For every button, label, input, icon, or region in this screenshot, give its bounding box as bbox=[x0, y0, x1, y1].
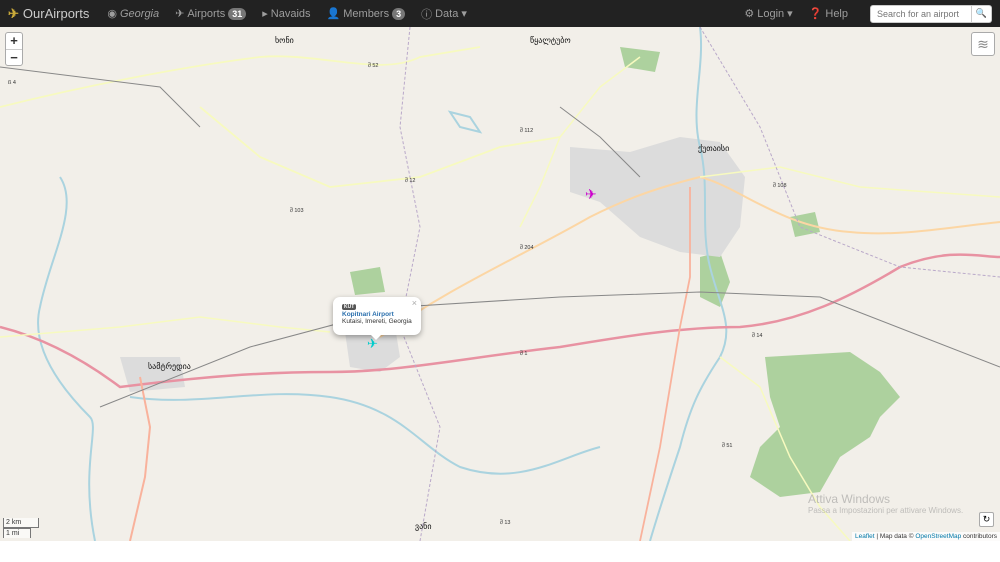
svg-text:შ 52: შ 52 bbox=[368, 61, 379, 69]
info-icon: ⓘ bbox=[421, 8, 433, 21]
caret-down-icon: ▾ bbox=[461, 8, 467, 20]
svg-text:შ 14: შ 14 bbox=[752, 331, 763, 339]
search-icon: 🔍 bbox=[975, 8, 988, 18]
gear-icon: ⚙ bbox=[744, 8, 755, 20]
svg-text:შ 108: შ 108 bbox=[773, 181, 787, 189]
forest-areas bbox=[350, 47, 900, 497]
zoom-control: + − bbox=[5, 32, 23, 66]
navaid-icon: ▸ bbox=[262, 8, 268, 20]
svg-text:შ 204: შ 204 bbox=[520, 243, 534, 251]
nav-navaids[interactable]: ▸ Navaids bbox=[262, 7, 310, 21]
user-icon: 👤 bbox=[326, 8, 341, 20]
nav-airports[interactable]: ✈ Airports 31 bbox=[175, 7, 247, 20]
svg-text:შ 1: შ 1 bbox=[520, 349, 527, 357]
question-icon: ❓ bbox=[808, 8, 823, 20]
brand-link[interactable]: ✈ OurAirports bbox=[8, 6, 89, 22]
attribution: Leaflet | Map data © OpenStreetMap contr… bbox=[851, 532, 1000, 541]
leaflet-link[interactable]: Leaflet bbox=[855, 533, 875, 540]
layers-icon: ≋ bbox=[977, 36, 989, 52]
svg-text:შ 12: შ 12 bbox=[405, 176, 416, 184]
svg-text:შ 13: შ 13 bbox=[500, 518, 511, 526]
zoom-in-button[interactable]: + bbox=[6, 33, 22, 49]
plane-icon: ✈ bbox=[175, 8, 185, 20]
help-link[interactable]: ❓ Help bbox=[808, 7, 848, 21]
logo-icon: ✈ bbox=[8, 5, 19, 21]
map[interactable]: ქუთაისი სამტრედია წყალტუბო ხონი ვანი შ 1… bbox=[0, 27, 1000, 541]
airport-code-badge: KUT bbox=[342, 304, 357, 310]
svg-text:ხონი: ხონი bbox=[275, 35, 294, 45]
navbar: ✈ OurAirports ◉ Georgia ✈ Airports 31 ▸ Navai… bbox=[0, 0, 1000, 27]
airport-popup: × KUT Kopitnari Airport Kutaisi, Imereti… bbox=[333, 297, 421, 340]
popup-close-button[interactable]: × bbox=[412, 298, 417, 308]
globe-icon: ◉ bbox=[107, 8, 117, 20]
svg-text:შ 103: შ 103 bbox=[290, 206, 304, 214]
map-tiles: ქუთაისი სამტრედია წყალტუბო ხონი ვანი შ 1… bbox=[0, 27, 1000, 541]
urban-areas bbox=[120, 137, 745, 392]
zoom-out-button[interactable]: − bbox=[6, 49, 22, 65]
airport-location: Kutaisi, Imereti, Georgia bbox=[342, 318, 412, 325]
svg-text:შ 51: შ 51 bbox=[722, 441, 733, 449]
scale-bar: 2 km 1 mi bbox=[3, 518, 39, 538]
search-button[interactable]: 🔍 bbox=[972, 4, 992, 23]
members-count-badge: 3 bbox=[392, 7, 406, 20]
svg-text:ქუთაისი: ქუთაისი bbox=[698, 143, 729, 153]
svg-text:სამტრედია: სამტრედია bbox=[148, 361, 191, 371]
airport-search-input[interactable] bbox=[870, 4, 972, 23]
nav-data-dropdown[interactable]: ⓘ Data ▾ bbox=[421, 6, 467, 22]
airport-name-link[interactable]: Kopitnari Airport bbox=[342, 311, 412, 318]
nav-members[interactable]: 👤 Members 3 bbox=[327, 7, 406, 20]
reset-view-button[interactable]: ↻ bbox=[979, 512, 994, 527]
airports-count-badge: 31 bbox=[228, 7, 247, 20]
refresh-icon: ↻ bbox=[982, 514, 991, 524]
svg-text:ვანი: ვანი bbox=[415, 521, 431, 531]
layers-button[interactable]: ≋ bbox=[971, 32, 995, 56]
nav-georgia[interactable]: ◉ Georgia bbox=[107, 7, 159, 21]
city-labels: ქუთაისი სამტრედია წყალტუბო ხონი ვანი bbox=[148, 35, 729, 531]
windows-watermark: Attiva Windows Passa a Impostazioni per a… bbox=[808, 492, 964, 515]
caret-down-icon: ▾ bbox=[787, 8, 793, 20]
svg-text:წყალტუბო: წყალტუბო bbox=[530, 35, 571, 45]
svg-text:ß 4: ß 4 bbox=[8, 80, 16, 86]
roads bbox=[0, 46, 1000, 541]
svg-text:შ 112: შ 112 bbox=[520, 126, 533, 134]
svg-text:✈: ✈ bbox=[585, 186, 597, 202]
osm-link[interactable]: OpenStreetMap bbox=[915, 533, 961, 540]
login-dropdown[interactable]: ⚙ Login ▾ bbox=[744, 7, 793, 21]
airport-marker-kutaisi-city[interactable]: ✈ bbox=[585, 186, 597, 202]
